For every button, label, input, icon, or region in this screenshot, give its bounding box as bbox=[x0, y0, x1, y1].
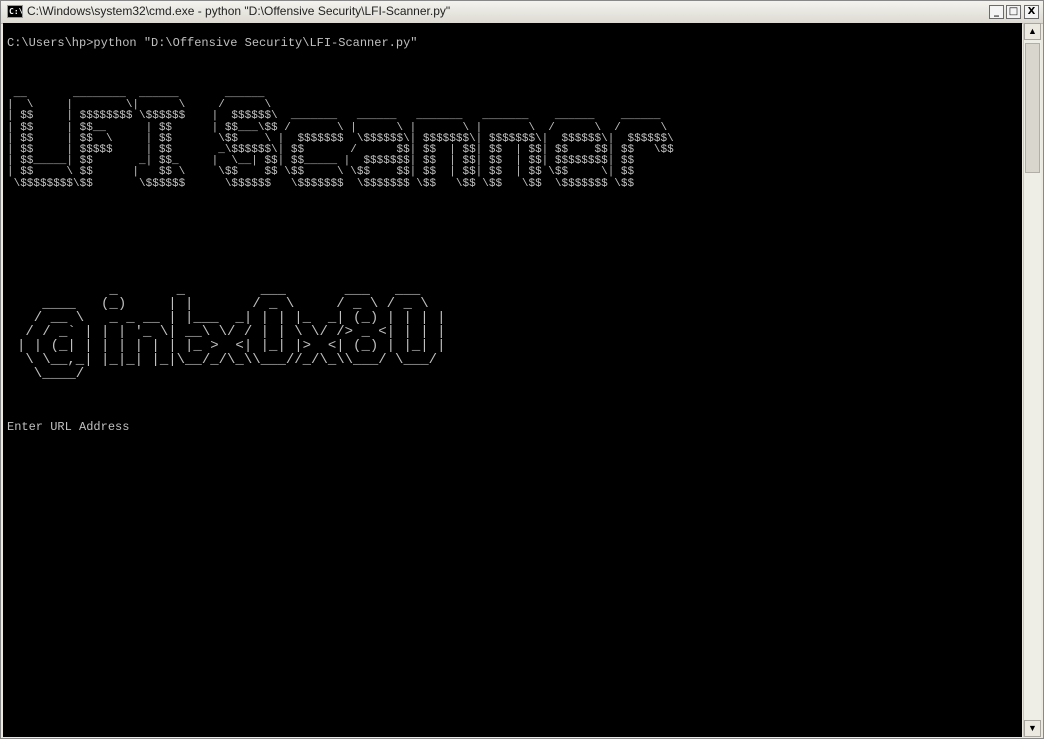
cmd-window: C:\ C:\Windows\system32\cmd.exe - python… bbox=[0, 0, 1044, 739]
scroll-down-arrow-icon[interactable]: ▼ bbox=[1024, 720, 1041, 737]
title-bar[interactable]: C:\ C:\Windows\system32\cmd.exe - python… bbox=[1, 1, 1043, 24]
scroll-up-arrow-icon[interactable]: ▲ bbox=[1024, 23, 1041, 40]
minimize-button[interactable]: _ bbox=[989, 5, 1004, 19]
command-line: C:\Users\hp>python "D:\Offensive Securit… bbox=[7, 36, 418, 50]
close-button[interactable]: X bbox=[1024, 5, 1039, 19]
lfi-scanner-banner: __ ________ ______ ______ | \ | \| \ / \… bbox=[7, 88, 674, 190]
maximize-button[interactable]: □ bbox=[1006, 5, 1021, 19]
vertical-scrollbar[interactable]: ▲ ▼ bbox=[1023, 23, 1041, 737]
url-prompt: Enter URL Address bbox=[7, 420, 130, 434]
window-title: C:\Windows\system32\cmd.exe - python "D:… bbox=[27, 4, 451, 18]
cmd-icon[interactable]: C:\ bbox=[7, 5, 23, 18]
author-handle-banner: _ _ ___ ___ ___ ____ (_) | | / _ \ / _ \… bbox=[17, 282, 446, 382]
console-output[interactable]: C:\Users\hp>python "D:\Offensive Securit… bbox=[3, 23, 1022, 737]
scroll-thumb[interactable] bbox=[1025, 43, 1040, 173]
